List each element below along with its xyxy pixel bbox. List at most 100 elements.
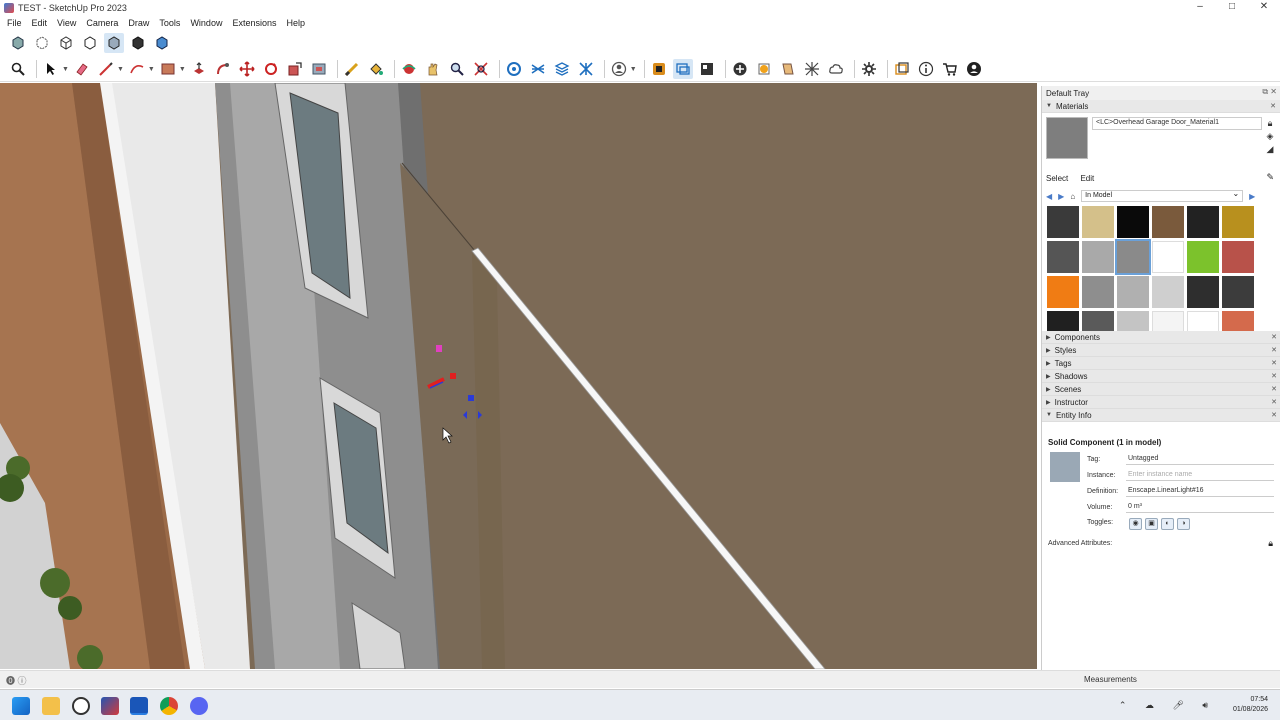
material-swatch[interactable] — [1222, 206, 1254, 238]
zoom-icon[interactable] — [447, 59, 467, 79]
discord-icon[interactable] — [190, 697, 208, 715]
menu-draw[interactable]: Draw — [123, 18, 154, 28]
sample-paint-icon[interactable]: ✎ — [1266, 172, 1274, 183]
menu-extensions[interactable]: Extensions — [227, 18, 281, 28]
orbit-icon[interactable] — [399, 59, 419, 79]
minimize-button[interactable]: – — [1184, 0, 1216, 15]
menu-tools[interactable]: Tools — [154, 18, 185, 28]
enscape-grid-icon[interactable] — [802, 59, 822, 79]
material-swatch[interactable] — [1187, 241, 1219, 273]
tab-select[interactable]: Select — [1046, 174, 1068, 183]
section-shadows[interactable]: ▶ Shadows ✕ — [1042, 370, 1280, 383]
section-components[interactable]: ▶ Components ✕ — [1042, 331, 1280, 344]
chrome-icon[interactable] — [160, 697, 178, 715]
details-arrow-icon[interactable]: ▶ — [1249, 192, 1255, 201]
push-pull-icon[interactable] — [189, 59, 209, 79]
cloud-upload-icon[interactable] — [826, 59, 846, 79]
close-section-icon[interactable]: ✕ — [1271, 372, 1277, 380]
pan-hand-icon[interactable] — [423, 59, 443, 79]
chevron-down-icon[interactable]: ▼ — [62, 66, 69, 73]
material-name-field[interactable]: <LC>Overhead Garage Door_Material1 — [1092, 117, 1262, 130]
chevron-down-icon[interactable]: ▼ — [179, 66, 186, 73]
extension-manager-icon[interactable] — [576, 59, 596, 79]
section-entity-info[interactable]: ▼ Entity Info ✕ — [1042, 409, 1280, 422]
wireframe-style-icon[interactable] — [56, 33, 76, 53]
material-swatch[interactable] — [1115, 239, 1151, 275]
enscape-sun-icon[interactable] — [754, 59, 774, 79]
material-swatch[interactable] — [1082, 276, 1114, 308]
tag-dropdown[interactable]: Untagged — [1126, 454, 1274, 465]
visibility-eye-icon[interactable]: ◉ — [1129, 518, 1142, 530]
material-swatch[interactable] — [1152, 276, 1184, 308]
extension-warehouse-icon[interactable] — [528, 59, 548, 79]
close-section-icon[interactable]: ✕ — [1271, 398, 1277, 406]
section-scenes[interactable]: ▶ Scenes ✕ — [1042, 383, 1280, 396]
forward-arrow-icon[interactable]: ▶ — [1058, 192, 1064, 201]
lock-icon[interactable]: 🔒︎ — [1268, 538, 1273, 549]
library-dropdown[interactable]: In Model — [1081, 189, 1244, 202]
search-icon[interactable] — [8, 59, 28, 79]
rectangle-icon[interactable] — [158, 59, 178, 79]
menu-camera[interactable]: Camera — [81, 18, 123, 28]
material-swatch[interactable] — [1152, 241, 1184, 273]
materials-section-header[interactable]: ▼ Materials ✕ — [1042, 100, 1280, 113]
default-material-icon[interactable]: ◢ — [1264, 143, 1276, 156]
close-section-icon[interactable]: ✕ — [1271, 346, 1277, 354]
paint-bucket-icon[interactable] — [366, 59, 386, 79]
definition-input[interactable]: Enscape.LinearLight#16 — [1126, 486, 1274, 497]
sketchup-taskbar-icon[interactable] — [101, 697, 119, 715]
chevron-down-icon[interactable]: ▼ — [148, 66, 155, 73]
back-edges-style-icon[interactable] — [32, 33, 52, 53]
close-section-icon[interactable]: ✕ — [1271, 359, 1277, 367]
material-swatch[interactable] — [1222, 276, 1254, 308]
material-swatch[interactable] — [1047, 241, 1079, 273]
menu-view[interactable]: View — [52, 18, 81, 28]
close-button[interactable]: ✕ — [1248, 0, 1280, 15]
back-arrow-icon[interactable]: ◀ — [1046, 192, 1052, 201]
rotate-icon[interactable] — [261, 59, 281, 79]
layout-icon[interactable] — [552, 59, 572, 79]
menu-help[interactable]: Help — [281, 18, 310, 28]
current-material-swatch[interactable] — [1046, 117, 1088, 159]
receive-shadows-icon[interactable]: ◑ — [1177, 518, 1190, 530]
locked-icon[interactable]: ▣ — [1145, 518, 1158, 530]
enscape-views-icon[interactable] — [697, 59, 717, 79]
menu-file[interactable]: File — [2, 18, 27, 28]
material-swatch[interactable] — [1047, 206, 1079, 238]
move-icon[interactable] — [237, 59, 257, 79]
tape-measure-icon[interactable] — [342, 59, 362, 79]
pencil-line-icon[interactable] — [96, 59, 116, 79]
menu-window[interactable]: Window — [185, 18, 227, 28]
close-section-icon[interactable]: ✕ — [1270, 102, 1276, 110]
material-swatch[interactable] — [1187, 276, 1219, 308]
follow-me-icon[interactable] — [213, 59, 233, 79]
xray-style-icon[interactable] — [8, 33, 28, 53]
material-swatch[interactable] — [1082, 241, 1114, 273]
hidden-line-style-icon[interactable] — [80, 33, 100, 53]
chatgpt-icon[interactable] — [72, 697, 90, 715]
add-circle-icon[interactable] — [730, 59, 750, 79]
section-instructor[interactable]: ▶ Instructor ✕ — [1042, 396, 1280, 409]
material-swatch[interactable] — [1117, 206, 1149, 238]
tray-pin-close-icon[interactable]: ⧉ ✕ — [1262, 87, 1277, 97]
select-arrow-icon[interactable] — [41, 59, 61, 79]
close-section-icon[interactable]: ✕ — [1271, 333, 1277, 341]
instance-name-input[interactable]: Enter instance name — [1126, 470, 1274, 481]
windows-start-icon[interactable] — [12, 697, 30, 715]
close-section-icon[interactable]: ✕ — [1271, 411, 1277, 419]
enscape-sync-icon[interactable] — [672, 59, 693, 79]
section-styles[interactable]: ▶ Styles ✕ — [1042, 344, 1280, 357]
clock[interactable]: 07:54 01/08/2026 — [1233, 695, 1268, 715]
maximize-button[interactable]: □ — [1216, 0, 1248, 15]
advanced-attributes-label[interactable]: Advanced Attributes: — [1048, 540, 1112, 547]
section-tags[interactable]: ▶ Tags ✕ — [1042, 357, 1280, 370]
zoom-extents-icon[interactable] — [471, 59, 491, 79]
scale-icon[interactable] — [285, 59, 305, 79]
create-material-icon[interactable]: ◈ — [1264, 130, 1276, 143]
close-section-icon[interactable]: ✕ — [1271, 385, 1277, 393]
eraser-icon[interactable] — [72, 59, 92, 79]
file-explorer-icon[interactable] — [42, 697, 60, 715]
material-swatch[interactable] — [1047, 276, 1079, 308]
shaded-style-icon[interactable] — [104, 33, 124, 53]
user-account-icon[interactable] — [609, 59, 629, 79]
